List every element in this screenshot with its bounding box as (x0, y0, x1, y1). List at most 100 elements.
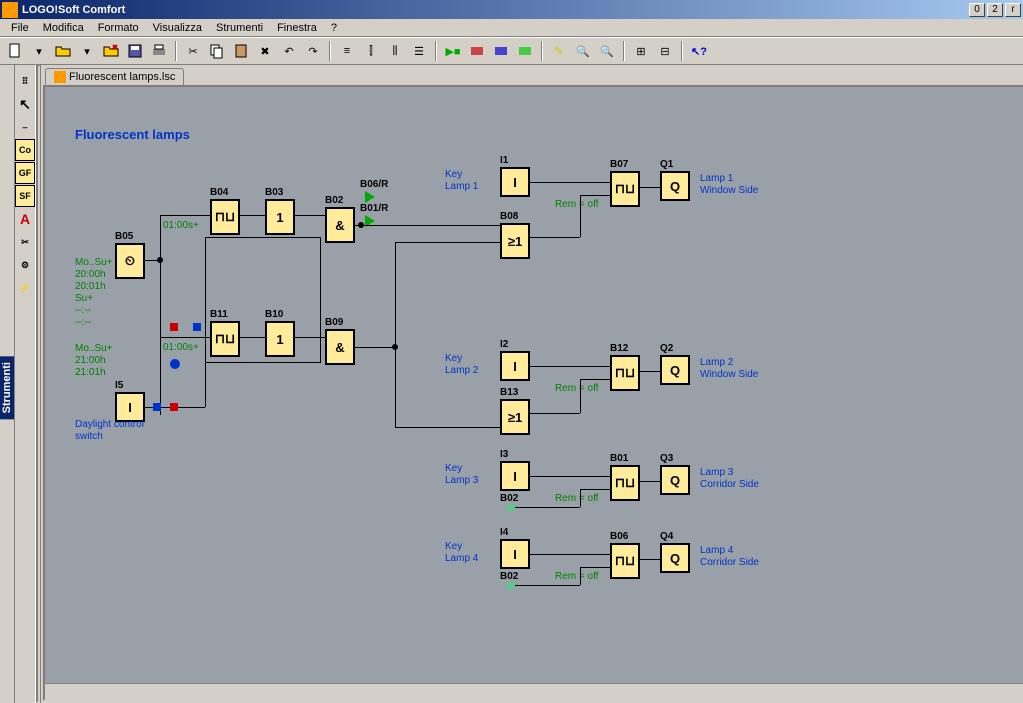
block-I3[interactable]: I (500, 461, 530, 491)
align-button[interactable]: ⫿ (360, 40, 382, 62)
zoom-out-button[interactable]: 🔍 (596, 40, 618, 62)
wire (580, 379, 581, 413)
menubar: File Modifica Formato Visualizza Strumen… (0, 19, 1023, 37)
tree-panel[interactable]: -Costanti -Digitale Ingresso Stato 0(low… (36, 65, 40, 703)
menu-strumenti[interactable]: Strumenti (209, 20, 270, 36)
copy-button[interactable] (206, 40, 228, 62)
dropdown-icon[interactable]: ▾ (28, 40, 50, 62)
block-B10[interactable]: 1 (265, 321, 295, 357)
grid-button[interactable]: ⊞ (630, 40, 652, 62)
dropdown-icon[interactable]: ▾ (76, 40, 98, 62)
block-I2[interactable]: I (500, 351, 530, 381)
print-button[interactable] (148, 40, 170, 62)
block-B07[interactable]: ⊓⊔ (610, 171, 640, 207)
block-label: B06 (610, 531, 628, 542)
maximize-button[interactable]: 2 (987, 3, 1003, 17)
paste-button[interactable] (230, 40, 252, 62)
annotation: Lamp 3 (445, 475, 478, 486)
new-button[interactable] (4, 40, 26, 62)
block-Q1[interactable]: Q (660, 171, 690, 201)
annotation: --:-- (75, 317, 91, 328)
block-B12[interactable]: ⊓⊔ (610, 355, 640, 391)
align-button[interactable]: ☰ (408, 40, 430, 62)
block-label: Q3 (660, 453, 673, 464)
text-tool[interactable]: A (15, 208, 35, 230)
annotation: Lamp 2 (700, 357, 733, 368)
menu-visualizza[interactable]: Visualizza (146, 20, 209, 36)
delete-button[interactable]: ✖ (254, 40, 276, 62)
transfer-button[interactable] (490, 40, 512, 62)
minimize-button[interactable]: 0 (969, 3, 985, 17)
transfer-button[interactable] (466, 40, 488, 62)
block-B03[interactable]: 1 (265, 199, 295, 235)
highlight-button[interactable]: ✎ (548, 40, 570, 62)
sf-tool[interactable]: SF (15, 185, 35, 207)
horizontal-scrollbar[interactable] (45, 683, 1023, 699)
block-Q4[interactable]: Q (660, 543, 690, 573)
sim-tool[interactable]: ⚙ (15, 254, 35, 276)
block-I5[interactable]: I (115, 392, 145, 422)
block-B02[interactable]: & (325, 207, 355, 243)
tool-palette: ⠿ ⎯ Co GF SF A ✂ ⚙ ⚡ (15, 65, 36, 703)
menu-finestra[interactable]: Finestra (270, 20, 324, 36)
run-button[interactable]: ▶■ (442, 40, 464, 62)
block-I1[interactable]: I (500, 167, 530, 197)
wire (640, 559, 660, 560)
annotation: Daylight control (75, 419, 144, 430)
zoom-in-button[interactable]: 🔍 (572, 40, 594, 62)
block-B06[interactable]: ⊓⊔ (610, 543, 640, 579)
test-tool[interactable]: ⚡ (15, 277, 35, 299)
block-label: I3 (500, 449, 508, 460)
co-tool[interactable]: Co (15, 139, 35, 161)
block-label: I5 (115, 380, 123, 391)
annotation: 21:00h (75, 355, 106, 366)
canvas[interactable]: Fluorescent lamps B05 ⏲ B04 ⊓⊔ B03 1 B02… (43, 85, 1023, 701)
redo-button[interactable]: ↷ (302, 40, 324, 62)
wire (580, 567, 581, 585)
block-B04[interactable]: ⊓⊔ (210, 199, 240, 235)
block-I4[interactable]: I (500, 539, 530, 569)
context-help-button[interactable]: ↖? (688, 40, 710, 62)
block-B13[interactable]: ≥1 (500, 399, 530, 435)
close-file-button[interactable] (100, 40, 122, 62)
align-button[interactable]: ⫼ (384, 40, 406, 62)
menu-formato[interactable]: Formato (91, 20, 146, 36)
wire (530, 413, 580, 414)
menu-help[interactable]: ? (324, 20, 344, 36)
layout-button[interactable]: ⊟ (654, 40, 676, 62)
close-button[interactable]: r (1005, 3, 1021, 17)
grip-icon[interactable]: ⠿ (15, 70, 35, 92)
align-button[interactable]: ≡ (336, 40, 358, 62)
wire (355, 225, 500, 226)
wire (205, 362, 321, 363)
wire (205, 237, 206, 407)
block-B08[interactable]: ≥1 (500, 223, 530, 259)
online-button[interactable] (514, 40, 536, 62)
gf-tool[interactable]: GF (15, 162, 35, 184)
wire (580, 489, 581, 507)
block-B05[interactable]: ⏲ (115, 243, 145, 279)
ref-label: B02 (500, 493, 518, 504)
annotation: Rem = off (555, 493, 598, 504)
annotation: Lamp 4 (445, 553, 478, 564)
pointer-tool[interactable] (15, 93, 35, 115)
block-B11[interactable]: ⊓⊔ (210, 321, 240, 357)
block-Q3[interactable]: Q (660, 465, 690, 495)
save-button[interactable] (124, 40, 146, 62)
block-B01[interactable]: ⊓⊔ (610, 465, 640, 501)
wire (640, 187, 660, 188)
wire-node (358, 222, 364, 228)
side-tab-strumenti[interactable]: Strumenti (0, 65, 15, 703)
annotation: Key (445, 463, 462, 474)
wire-tool[interactable]: ⎯ (15, 116, 35, 138)
cut-tool[interactable]: ✂ (15, 231, 35, 253)
block-B09[interactable]: & (325, 329, 355, 365)
open-button[interactable] (52, 40, 74, 62)
tab-fluorescent-lamps[interactable]: Fluorescent lamps.lsc (45, 68, 184, 85)
block-Q2[interactable]: Q (660, 355, 690, 385)
menu-file[interactable]: File (4, 20, 36, 36)
menu-modifica[interactable]: Modifica (36, 20, 91, 36)
cut-button[interactable]: ✂ (182, 40, 204, 62)
undo-button[interactable]: ↶ (278, 40, 300, 62)
wire (240, 337, 265, 338)
